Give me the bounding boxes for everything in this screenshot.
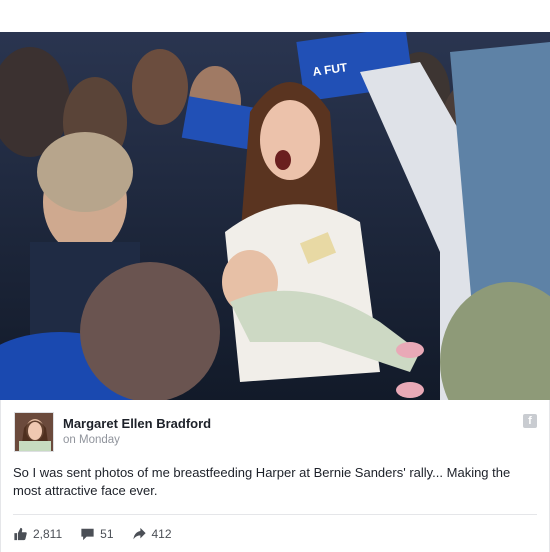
facebook-icon[interactable]: f <box>523 414 537 428</box>
post-timestamp[interactable]: on Monday <box>63 434 120 446</box>
share-arrow-icon <box>132 527 146 540</box>
post-card: Margaret Ellen Bradford on Monday f So I… <box>0 400 550 552</box>
author-avatar[interactable] <box>14 412 54 452</box>
stats-divider <box>13 514 537 515</box>
comment-icon <box>81 528 94 541</box>
author-name-link[interactable]: Margaret Ellen Bradford <box>63 416 211 431</box>
post-stats: 2,811 51 412 <box>13 524 190 544</box>
like-count-button[interactable]: 2,811 <box>13 527 62 541</box>
share-count-button[interactable]: 412 <box>132 527 172 541</box>
rally-crowd-image: A FUT <box>0 32 550 400</box>
thumbs-up-icon <box>14 527 27 541</box>
like-count: 2,811 <box>33 527 63 541</box>
post-message: So I was sent photos of me breastfeeding… <box>13 465 511 498</box>
post-photo[interactable]: A FUT <box>0 32 550 400</box>
share-count: 412 <box>151 527 172 541</box>
comment-count-button[interactable]: 51 <box>80 527 114 541</box>
comment-count: 51 <box>100 527 114 541</box>
